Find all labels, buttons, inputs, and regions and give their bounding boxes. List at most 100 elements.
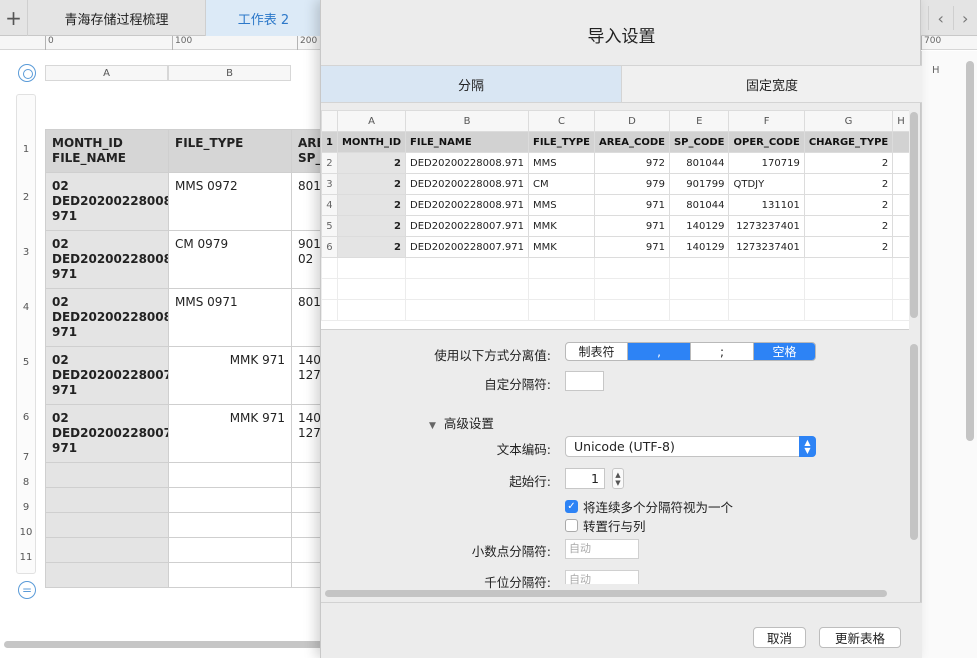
table-cell[interactable] xyxy=(45,562,169,588)
table-row: 02 DED20200228008. 971 MMS 0972 801( xyxy=(45,172,346,231)
preview-cell xyxy=(728,278,805,300)
decimal-separator-input[interactable]: 自动 xyxy=(565,539,639,559)
table-cell[interactable]: MMK 971 xyxy=(168,404,292,463)
table-cell[interactable]: MMS 0972 xyxy=(168,172,292,231)
update-table-button[interactable]: 更新表格 xyxy=(819,627,901,648)
table-row: 02 DED20200228008. 971 CM 0979 901 02 xyxy=(45,230,346,289)
chevron-right-icon[interactable]: › xyxy=(952,6,977,30)
tab-nav: ‹ › xyxy=(928,6,977,30)
preview-row-number: 1 xyxy=(321,131,338,153)
table-cell[interactable] xyxy=(45,537,169,563)
delimiter-space-option[interactable]: 空格 xyxy=(754,343,815,360)
encoding-select[interactable]: Unicode (UTF-8) ▲ ▼ xyxy=(565,436,816,457)
start-row-input[interactable]: 1 xyxy=(565,468,605,489)
table-cell[interactable] xyxy=(168,462,292,488)
table-cell[interactable]: 02 DED20200228007. 971 xyxy=(45,404,169,463)
preview-cell: MMK xyxy=(528,236,595,258)
add-sheet-button[interactable]: + xyxy=(0,0,28,36)
table-cell[interactable] xyxy=(168,512,292,538)
tab-sheet-1[interactable]: 青海存储过程梳理 xyxy=(28,0,206,36)
preview-cell xyxy=(336,278,407,300)
start-row-stepper[interactable]: ▲ ▼ xyxy=(612,468,624,489)
preview-column-header: C xyxy=(528,110,595,132)
column-header-a[interactable]: A xyxy=(45,65,168,81)
table-cell[interactable]: 02 DED20200228008. 971 xyxy=(45,288,169,347)
table-cell[interactable]: MMS 0971 xyxy=(168,288,292,347)
row-number[interactable]: 9 xyxy=(16,495,36,520)
decimal-separator-label: 小数点分隔符: xyxy=(471,544,551,559)
advanced-settings-label: 高级设置 xyxy=(443,416,494,431)
preview-column-header: F xyxy=(728,110,805,132)
row-number[interactable]: 2 xyxy=(16,170,36,225)
tab-delimited[interactable]: 分隔 xyxy=(321,66,621,102)
preview-cell: 972 xyxy=(593,152,670,174)
add-row-icon[interactable]: = xyxy=(18,581,36,599)
preview-column-header: G xyxy=(803,110,894,132)
column-header-h[interactable]: H xyxy=(932,65,940,76)
delimiter-comma-option[interactable]: , xyxy=(628,343,691,360)
preview-cell: CM xyxy=(528,173,595,195)
row-number[interactable]: 5 xyxy=(16,335,36,390)
preview-cell: 801044 xyxy=(668,152,730,174)
preview-row-number: 4 xyxy=(321,194,338,216)
preview-cell: DED20200228007.971 xyxy=(405,236,529,258)
column-header-b[interactable]: B xyxy=(168,65,291,81)
preview-vertical-scrollbar[interactable] xyxy=(910,112,918,318)
delimiter-settings: 使用以下方式分离值: 制表符 , ; 空格 自定分隔符: ▼ 高级设置 文本编码:… xyxy=(321,330,922,600)
table-row: 5 2 DED20200228007.971 MMK 971 140129 12… xyxy=(321,215,909,237)
cancel-button[interactable]: 取消 xyxy=(753,627,806,648)
table-cell[interactable]: 02 DED20200228007. 971 xyxy=(45,346,169,405)
sheet-horizontal-scrollbar[interactable] xyxy=(4,641,324,648)
import-preview: A B C D E F G H 1 MONTH_ID FILE_NAME FIL… xyxy=(321,110,909,330)
table-row: 3 2 DED20200228008.971 CM 979 901799 QTD… xyxy=(321,173,909,195)
table-cell[interactable] xyxy=(45,512,169,538)
table-cell[interactable] xyxy=(45,462,169,488)
delimiter-tab-option[interactable]: 制表符 xyxy=(566,343,628,360)
row-number[interactable]: 7 xyxy=(16,445,36,470)
sheet-vertical-scrollbar[interactable] xyxy=(966,61,974,441)
preview-cell: 2 xyxy=(336,215,407,237)
row-number[interactable]: 4 xyxy=(16,280,36,335)
row-number[interactable]: 3 xyxy=(16,225,36,280)
table-cell[interactable]: MONTH_ID FILE_NAME xyxy=(45,129,169,173)
delimiter-semicolon-option[interactable]: ; xyxy=(691,343,754,360)
table-select-icon[interactable] xyxy=(18,64,36,82)
preview-cell: CHARGE_TYPE xyxy=(803,131,894,153)
custom-delimiter-input[interactable] xyxy=(565,371,604,391)
preview-cell: 140129 xyxy=(668,236,730,258)
row-number[interactable]: 11 xyxy=(16,545,36,570)
table-cell[interactable] xyxy=(168,562,292,588)
thousands-separator-input[interactable]: 自动 xyxy=(565,570,639,586)
row-number[interactable]: 8 xyxy=(16,470,36,495)
table-cell[interactable] xyxy=(45,487,169,513)
preview-cell: 2 xyxy=(803,215,894,237)
settings-vertical-scrollbar[interactable] xyxy=(910,344,918,540)
preview-cell: OPER_CODE xyxy=(728,131,805,153)
tab-fixed-width[interactable]: 固定宽度 xyxy=(621,66,922,102)
table-cell[interactable]: 02 DED20200228008. 971 xyxy=(45,172,169,231)
table-cell[interactable]: FILE_TYPE xyxy=(168,129,292,173)
row-number[interactable]: 6 xyxy=(16,390,36,445)
table-cell[interactable] xyxy=(168,537,292,563)
preview-cell: 2 xyxy=(803,152,894,174)
preview-column-header: E xyxy=(668,110,730,132)
preview-cell: 979 xyxy=(593,173,670,195)
tab-sheet-2[interactable]: 工作表 2 xyxy=(206,0,322,36)
row-number[interactable]: 10 xyxy=(16,520,36,545)
advanced-settings-toggle[interactable]: ▼ 高级设置 xyxy=(429,413,494,432)
merge-delimiters-checkbox[interactable]: ✓ 将连续多个分隔符视为一个 xyxy=(565,497,733,516)
table-cell[interactable]: 02 DED20200228008. 971 xyxy=(45,230,169,289)
table-cell[interactable] xyxy=(168,487,292,513)
preview-cell xyxy=(892,173,909,195)
preview-cell: QTDJY xyxy=(728,173,805,195)
preview-cell xyxy=(668,299,730,321)
table-cell[interactable]: MMK 971 xyxy=(168,346,292,405)
transpose-checkbox[interactable]: 转置行与列 xyxy=(565,516,646,535)
preview-cell: DED20200228008.971 xyxy=(405,194,529,216)
table-row: 6 2 DED20200228007.971 MMK 971 140129 12… xyxy=(321,236,909,258)
preview-cell xyxy=(336,299,407,321)
table-cell[interactable]: CM 0979 xyxy=(168,230,292,289)
chevron-left-icon[interactable]: ‹ xyxy=(928,6,953,30)
settings-horizontal-scrollbar[interactable] xyxy=(325,590,887,597)
row-number[interactable]: 1 xyxy=(16,129,36,170)
